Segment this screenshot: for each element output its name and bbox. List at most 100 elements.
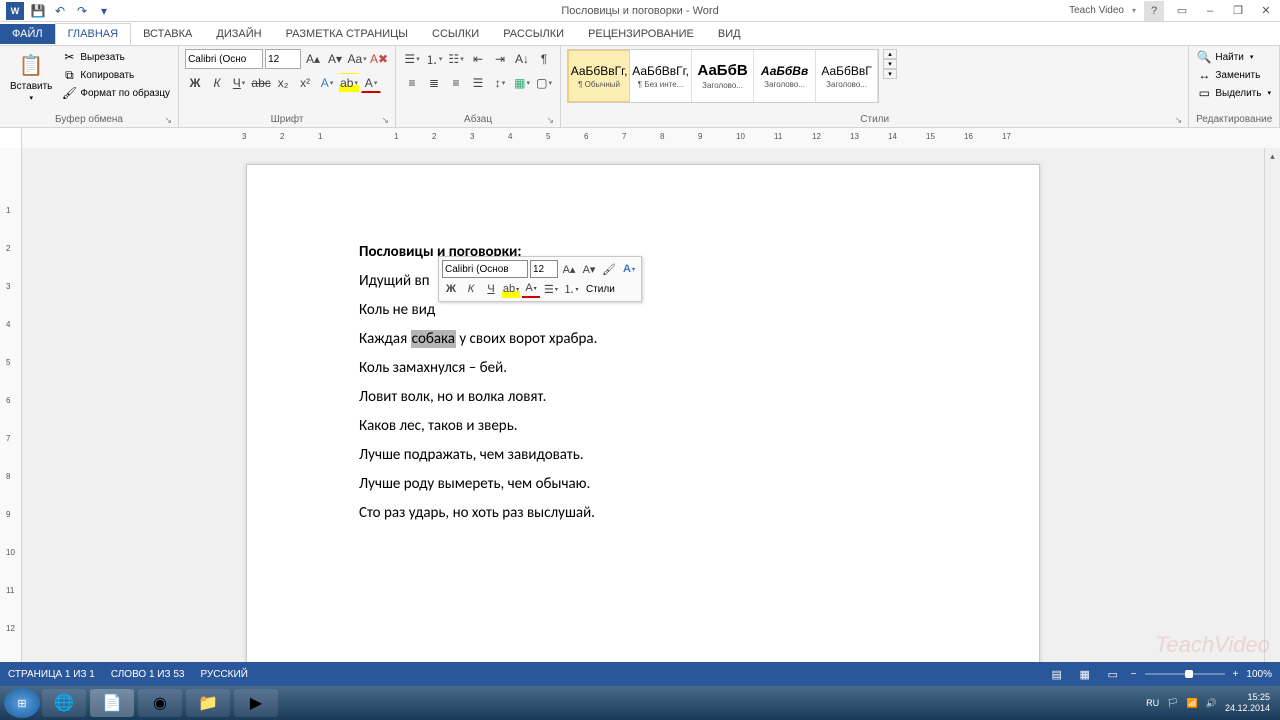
align-center-button[interactable]: ≣: [424, 73, 444, 93]
mini-underline-button[interactable]: Ч: [482, 280, 500, 298]
decrease-indent-button[interactable]: ⇤: [468, 49, 488, 69]
minimize-button[interactable]: ‒: [1196, 0, 1224, 22]
mini-italic-button[interactable]: К: [462, 280, 480, 298]
zoom-level[interactable]: 100%: [1246, 669, 1272, 680]
start-button[interactable]: ⊞: [4, 688, 40, 718]
tray-clock[interactable]: 15:25 24.12.2014: [1225, 692, 1276, 714]
zoom-in-button[interactable]: +: [1233, 669, 1239, 680]
mini-grow-font-button[interactable]: A▴: [560, 260, 578, 278]
tray-lang[interactable]: RU: [1146, 698, 1159, 708]
bold-button[interactable]: Ж: [185, 73, 205, 93]
mini-styles-button[interactable]: Стили: [582, 284, 619, 295]
font-launcher-icon[interactable]: ↘: [382, 115, 390, 126]
undo-icon[interactable]: ↶: [52, 3, 68, 19]
close-button[interactable]: ✕: [1252, 0, 1280, 22]
mini-bold-button[interactable]: Ж: [442, 280, 460, 298]
style-item-4[interactable]: АаБбВвГЗаголово...: [816, 50, 878, 102]
tab-design[interactable]: ДИЗАЙН: [204, 24, 273, 44]
tray-network-icon[interactable]: 📶: [1187, 698, 1198, 709]
find-button[interactable]: 🔍Найти▾: [1195, 49, 1255, 65]
increase-indent-button[interactable]: ⇥: [490, 49, 510, 69]
tab-insert[interactable]: ВСТАВКА: [131, 24, 204, 44]
mini-font-select[interactable]: [442, 260, 528, 278]
tab-home[interactable]: ГЛАВНАЯ: [55, 23, 131, 45]
document-page[interactable]: Пословицы и поговорки: Идущий вп Коль не…: [246, 164, 1040, 662]
styles-down-icon[interactable]: ▾: [883, 59, 897, 69]
selected-text[interactable]: собака: [411, 330, 456, 348]
multilevel-button[interactable]: ☷: [446, 49, 466, 69]
copy-button[interactable]: ⧉Копировать: [60, 67, 172, 83]
ruler-vertical[interactable]: 12345678910111213: [0, 148, 22, 662]
status-page[interactable]: СТРАНИЦА 1 ИЗ 1: [8, 669, 95, 680]
tab-file[interactable]: ФАЙЛ: [0, 24, 55, 44]
font-size-select[interactable]: [265, 49, 301, 69]
clear-formatting-button[interactable]: A✖: [369, 49, 389, 69]
replace-button[interactable]: ↔Заменить: [1195, 67, 1262, 83]
taskbar-word[interactable]: 📄: [90, 689, 134, 717]
mini-font-color-button[interactable]: A: [522, 280, 540, 298]
superscript-button[interactable]: x²: [295, 73, 315, 93]
mini-highlight-button[interactable]: ab: [502, 280, 520, 298]
save-icon[interactable]: 💾: [30, 3, 46, 19]
line-spacing-button[interactable]: ↕: [490, 73, 510, 93]
mini-shrink-font-button[interactable]: A▾: [580, 260, 598, 278]
font-name-select[interactable]: [185, 49, 263, 69]
view-print-button[interactable]: ▦: [1075, 666, 1095, 682]
tab-page-layout[interactable]: РАЗМЕТКА СТРАНИЦЫ: [274, 24, 420, 44]
style-item-3[interactable]: АаБбВвЗаголово...: [754, 50, 816, 102]
taskbar-chrome[interactable]: ◉: [138, 689, 182, 717]
highlight-button[interactable]: ab: [339, 73, 359, 93]
restore-button[interactable]: ❐: [1224, 0, 1252, 22]
styles-up-icon[interactable]: ▴: [883, 49, 897, 59]
ruler-horizontal[interactable]: 3211234567891011121314151617: [0, 128, 1280, 148]
mini-size-select[interactable]: [530, 260, 558, 278]
mini-numbering-button[interactable]: ⒈: [562, 280, 580, 298]
italic-button[interactable]: К: [207, 73, 227, 93]
vertical-scrollbar[interactable]: ▴: [1264, 148, 1280, 662]
tray-volume-icon[interactable]: 🔊: [1206, 698, 1217, 709]
style-item-2[interactable]: АаБбВЗаголово...: [692, 50, 754, 102]
paste-button[interactable]: 📋 Вставить ▾: [6, 49, 56, 104]
shading-button[interactable]: ▦: [512, 73, 532, 93]
styles-more-icon[interactable]: ▾: [883, 69, 897, 79]
clipboard-launcher-icon[interactable]: ↘: [165, 115, 173, 126]
taskbar-explorer[interactable]: 📁: [186, 689, 230, 717]
mini-text-effects-button[interactable]: A: [620, 260, 638, 278]
taskbar-ie[interactable]: 🌐: [42, 689, 86, 717]
help-button[interactable]: ?: [1140, 0, 1168, 22]
taskbar-media[interactable]: ▶: [234, 689, 278, 717]
subscript-button[interactable]: x₂: [273, 73, 293, 93]
align-left-button[interactable]: ≡: [402, 73, 422, 93]
grow-font-button[interactable]: A▴: [303, 49, 323, 69]
redo-icon[interactable]: ↷: [74, 3, 90, 19]
underline-button[interactable]: Ч: [229, 73, 249, 93]
shrink-font-button[interactable]: A▾: [325, 49, 345, 69]
justify-button[interactable]: ☰: [468, 73, 488, 93]
text-effects-button[interactable]: A: [317, 73, 337, 93]
status-words[interactable]: СЛОВО 1 ИЗ 53: [111, 669, 185, 680]
mini-bullets-button[interactable]: ☰: [542, 280, 560, 298]
styles-launcher-icon[interactable]: ↘: [1175, 115, 1183, 126]
mini-format-painter-button[interactable]: 🖌: [600, 260, 618, 278]
sort-button[interactable]: A↓: [512, 49, 532, 69]
tab-mailings[interactable]: РАССЫЛКИ: [491, 24, 576, 44]
tray-flag-icon[interactable]: 🏳: [1167, 698, 1178, 709]
style-item-1[interactable]: АаБбВвГг,¶ Без инте...: [630, 50, 692, 102]
view-web-button[interactable]: ▭: [1103, 666, 1123, 682]
cut-button[interactable]: ✂Вырезать: [60, 49, 172, 65]
qat-more-icon[interactable]: ▾: [96, 3, 112, 19]
view-read-button[interactable]: ▤: [1047, 666, 1067, 682]
format-painter-button[interactable]: 🖌Формат по образцу: [60, 85, 172, 101]
style-item-0[interactable]: АаБбВвГг,¶ Обычный: [568, 50, 630, 102]
zoom-out-button[interactable]: −: [1131, 669, 1137, 680]
bullets-button[interactable]: ☰: [402, 49, 422, 69]
status-language[interactable]: РУССКИЙ: [200, 669, 247, 680]
zoom-slider[interactable]: [1145, 673, 1225, 675]
tab-references[interactable]: ССЫЛКИ: [420, 24, 491, 44]
select-button[interactable]: ▭Выделить▾: [1195, 85, 1273, 101]
change-case-button[interactable]: Aa: [347, 49, 367, 69]
numbering-button[interactable]: ⒈: [424, 49, 444, 69]
strike-button[interactable]: abc: [251, 73, 271, 93]
ribbon-options-button[interactable]: ▭: [1168, 0, 1196, 22]
tab-view[interactable]: ВИД: [706, 24, 753, 44]
